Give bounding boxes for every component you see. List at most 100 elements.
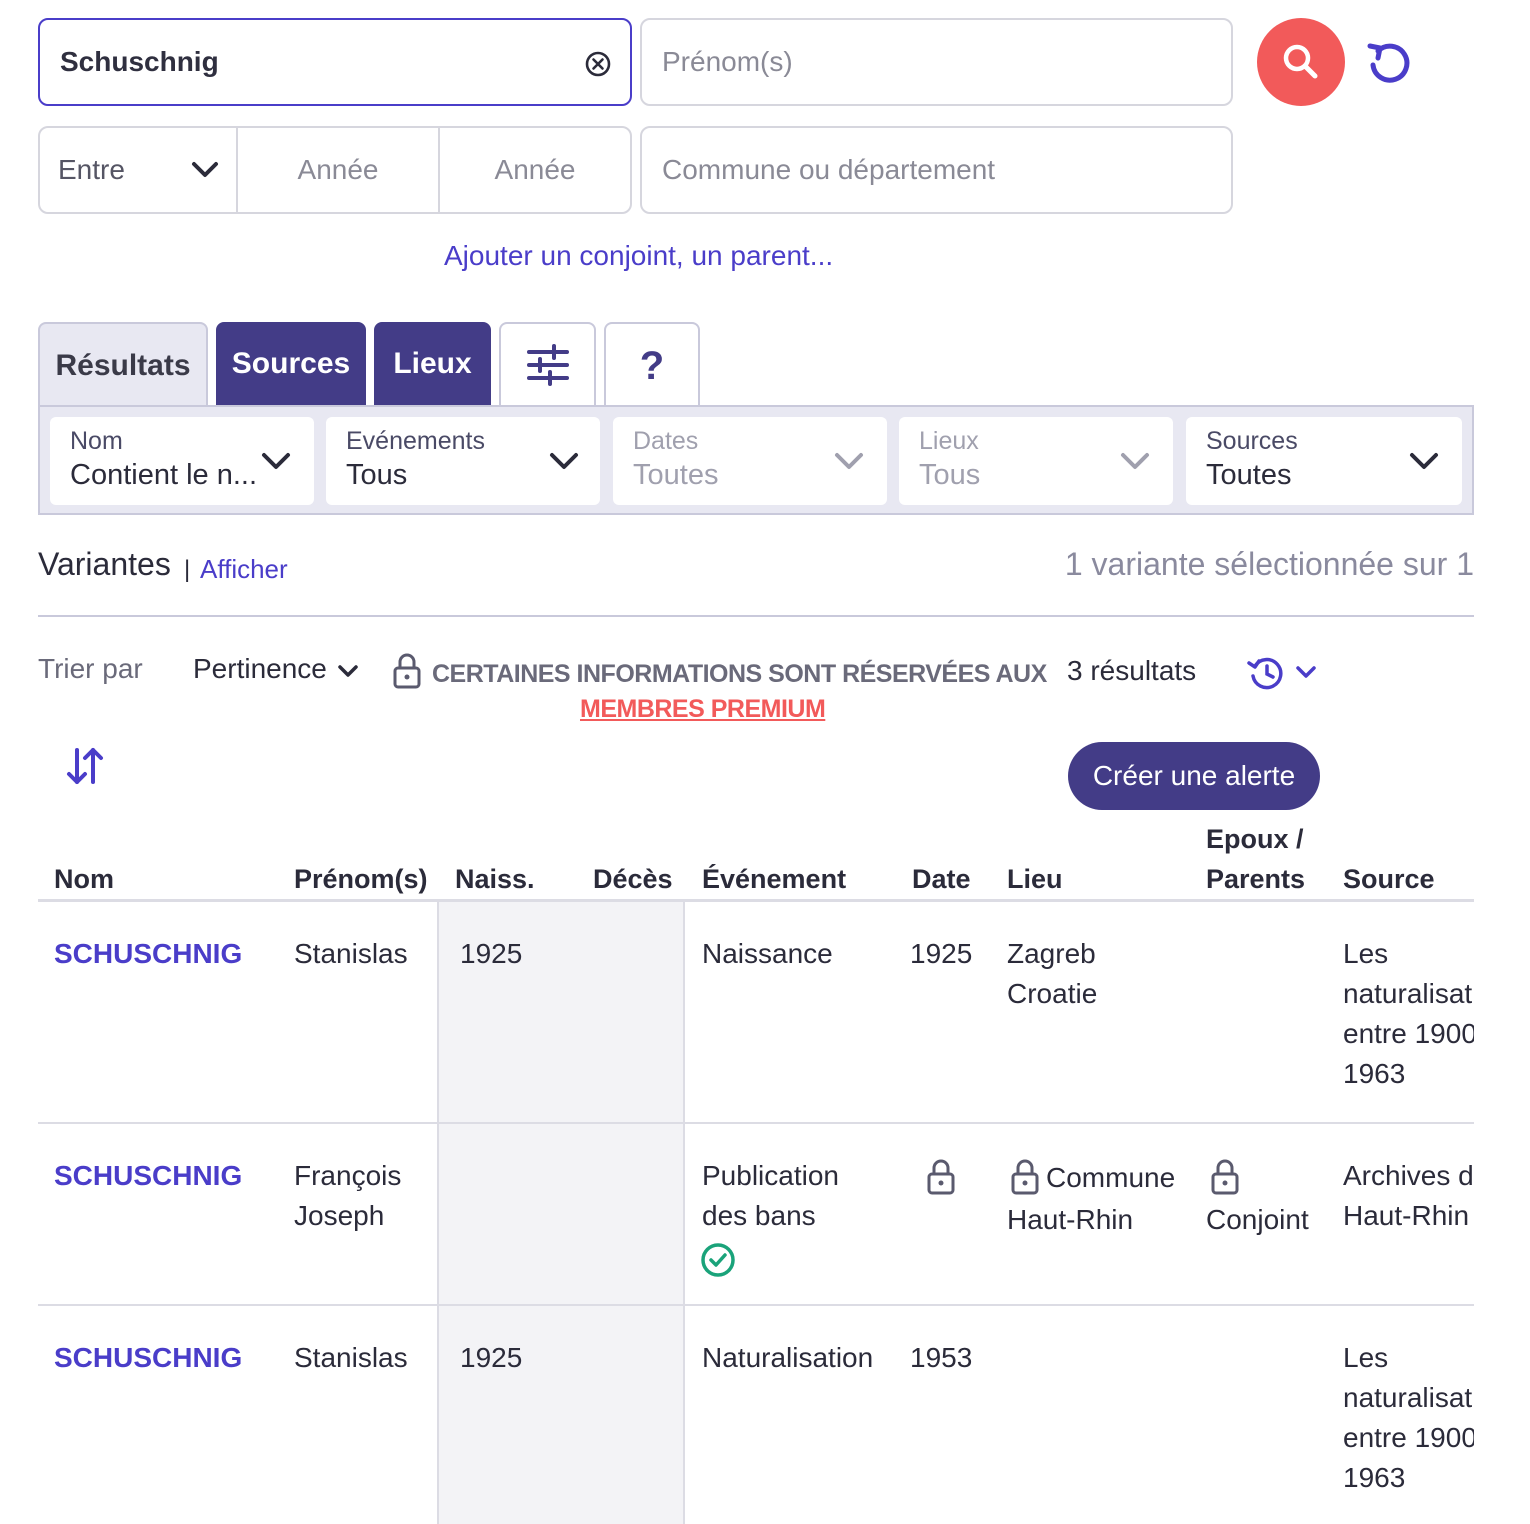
variants-label: Variantes [38,546,171,582]
filter-places[interactable]: Lieux Tous [899,417,1173,505]
cell-lieu-line1: Commune [1046,1162,1176,1193]
filter-value: Contient le n... [70,459,257,491]
surname-input[interactable]: Schuschnig [38,18,632,106]
table-row[interactable]: SCHUSCHNIG François Joseph Publication d… [38,1124,1474,1304]
cell-epoux: Conjoint [1206,1204,1309,1235]
cell-lieu-line2: Haut-Rhin [1007,1204,1134,1235]
table-row[interactable]: SCHUSCHNIG Stanislas 1925 Naissance 1925… [38,902,1474,1122]
tab-help[interactable]: ? [604,322,700,408]
date-mode-select[interactable]: Entre [40,128,238,212]
header-deces[interactable]: Décès [593,864,673,895]
lock-icon [393,653,421,689]
filter-title: Nom [70,427,123,455]
sort-select[interactable]: Pertinence [193,653,358,689]
cell-source-line: naturalisat [1343,1382,1473,1413]
year-from-input[interactable]: Année [238,128,440,212]
cell-date: 1925 [910,938,973,969]
chevron-down-icon [338,665,358,677]
header-epoux-line2[interactable]: Parents [1206,864,1305,895]
results-count: 3 résultats [1067,655,1197,686]
sort-value: Pertinence [193,653,327,684]
cell-source-line: Archives du [1343,1160,1474,1191]
divider [38,615,1474,617]
cell-source: Les naturalisat entre 1900 1963 [1343,1338,1474,1498]
clear-icon[interactable] [584,50,612,78]
result-name-link[interactable]: SCHUSCHNIG [54,1156,242,1196]
filter-value: Tous [346,459,408,491]
filter-value: Tous [919,459,981,491]
cell-source-line: Les [1343,938,1389,969]
lock-icon [1011,1159,1039,1195]
cell-evenement: Naturalisation [702,1342,874,1373]
cell-evenement-line2: des bans [702,1200,816,1231]
cell-source: Archives du Haut-Rhin [1343,1156,1474,1236]
premium-notice: CERTAINES INFORMATIONS SONT RÉSERVÉES AU… [432,660,1047,688]
header-epoux-line1[interactable]: Epoux / [1206,824,1304,855]
search-button[interactable] [1257,18,1345,106]
cell-source-line: 1963 [1343,1058,1406,1089]
cell-source-line: entre 1900 [1343,1422,1474,1453]
lock-icon [1211,1159,1239,1195]
tab-sources[interactable]: Sources [216,322,366,408]
sort-label: Trier par [38,653,143,684]
filter-value: Toutes [1206,459,1292,491]
result-name-link[interactable]: SCHUSCHNIG [54,1338,242,1378]
history-icon[interactable] [1246,654,1322,692]
header-evenement[interactable]: Événement [702,864,846,895]
surname-value: Schuschnig [60,46,219,77]
sliders-icon [527,344,569,386]
filter-events[interactable]: Evénements Tous [326,417,600,505]
variants-summary: 1 variante sélectionnée sur 1 [1064,546,1474,582]
cell-lieu-line1: Zagreb [1007,938,1096,969]
tab-settings[interactable] [499,322,596,408]
cell-prenom-line1: François [294,1160,402,1191]
cell-prenom-line2: Joseph [294,1200,385,1231]
cell-evenement: Naissance [702,938,833,969]
cell-naiss: 1925 [460,1342,523,1373]
place-input[interactable]: Commune ou département [640,126,1233,214]
filter-title: Sources [1206,427,1298,455]
tab-results[interactable]: Résultats [38,322,208,408]
year-to-placeholder: Année [494,154,576,185]
add-relative-link[interactable]: Ajouter un conjoint, un parent... [444,240,833,272]
filter-sources[interactable]: Sources Toutes [1186,417,1462,505]
cell-source-line: Haut-Rhin [1343,1200,1470,1231]
header-source[interactable]: Source [1343,864,1435,895]
result-name-link[interactable]: SCHUSCHNIG [54,934,242,974]
year-to-input[interactable]: Année [440,128,630,212]
cell-lieu-line2: Croatie [1007,978,1098,1009]
filter-title: Evénements [346,427,485,455]
chevron-down-icon [1410,453,1438,469]
header-nom[interactable]: Nom [54,864,114,895]
year-from-placeholder: Année [297,154,379,185]
firstname-input[interactable]: Prénom(s) [640,18,1233,106]
header-lieu[interactable]: Lieu [1007,864,1063,895]
search-icon [1283,44,1318,79]
chevron-down-icon [1121,453,1149,469]
filter-name[interactable]: Nom Contient le n... [50,417,314,505]
cell-evenement-line1: Publication [702,1160,839,1191]
filter-dates[interactable]: Dates Toutes [613,417,887,505]
verified-check-icon [701,1243,735,1277]
filter-title: Lieux [919,427,979,455]
cell-source-line: 1963 [1343,1462,1406,1493]
create-alert-button[interactable]: Créer une alerte [1068,742,1320,810]
header-naiss[interactable]: Naiss. [455,864,535,895]
cell-source-line: Les [1343,1342,1389,1373]
cell-prenom: Stanislas [294,1342,408,1373]
sort-order-icon[interactable] [66,746,104,786]
tab-places[interactable]: Lieux [374,322,491,408]
chevron-down-icon [835,453,863,469]
cell-prenom: Stanislas [294,938,408,969]
header-date[interactable]: Date [912,864,971,895]
table-row[interactable]: SCHUSCHNIG Stanislas 1925 Naturalisation… [38,1306,1474,1524]
premium-link[interactable]: MEMBRES PREMIUM [580,695,826,724]
firstname-placeholder: Prénom(s) [662,46,793,77]
variants-show-link[interactable]: Afficher [200,554,288,585]
filter-value: Toutes [633,459,719,491]
cell-source-line: naturalisat [1343,978,1473,1009]
reset-icon[interactable] [1364,38,1414,88]
header-prenoms[interactable]: Prénom(s) [294,864,428,895]
cell-naiss: 1925 [460,938,523,969]
filter-title: Dates [633,427,699,455]
